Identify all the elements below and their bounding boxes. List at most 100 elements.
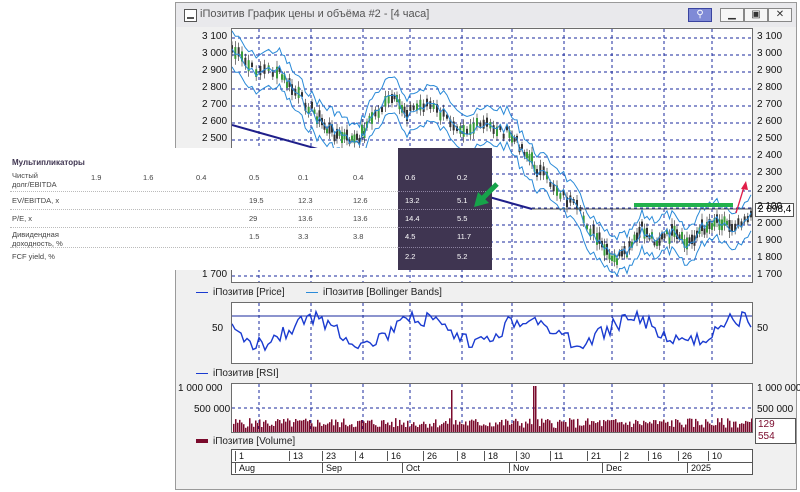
candle-body <box>419 99 422 111</box>
volume-bar <box>397 426 399 432</box>
candle-body <box>723 216 726 226</box>
time-axis-month: Oct <box>402 463 420 473</box>
time-axis-day: 2 <box>620 451 629 461</box>
table-cell: 3.3 <box>298 232 309 241</box>
table-cell: 0.5 <box>249 173 260 182</box>
volume-bar <box>659 421 661 432</box>
table-cell: 13.6 <box>353 214 368 223</box>
volume-bar <box>257 422 259 432</box>
volume-bar <box>305 418 307 432</box>
candle-body <box>539 164 542 176</box>
volume-bar <box>615 419 617 432</box>
link-button[interactable]: ⚲ <box>688 8 712 22</box>
restore-icon: ▣ <box>751 9 761 20</box>
volume-bar <box>445 420 447 432</box>
volume-bar <box>381 420 383 432</box>
volume-bar <box>581 425 583 432</box>
table-cell: 12.6 <box>353 196 368 205</box>
candle-body <box>641 221 643 227</box>
volume-bar <box>331 419 333 432</box>
volume-bar <box>369 420 371 432</box>
candle-body <box>681 231 683 240</box>
volume-bar <box>455 420 457 432</box>
volume-bar <box>473 420 475 432</box>
volume-bar <box>343 418 345 432</box>
volume-bar <box>737 427 739 432</box>
volume-bar <box>661 421 663 432</box>
candle-body <box>343 132 346 140</box>
volume-bar <box>645 422 647 432</box>
volume-bar <box>461 423 463 432</box>
table-row-label: Чистый долг/EBITDA <box>12 171 57 189</box>
volume-bar <box>687 418 689 432</box>
time-axis-day: 8 <box>457 451 466 461</box>
volume-bar <box>371 419 373 432</box>
candle-body <box>737 218 740 226</box>
volume-bar <box>529 418 531 432</box>
table-cell: 0.1 <box>298 173 309 182</box>
rsi-tick-right: 50 <box>757 323 769 334</box>
volume-panel[interactable] <box>231 383 753 433</box>
time-axis-month: Sep <box>322 463 342 473</box>
minimize-button[interactable]: ▁ <box>720 8 744 22</box>
volume-bar <box>527 423 529 432</box>
volume-bar <box>427 427 429 432</box>
volume-tick-right-2: 500 000 <box>757 404 794 415</box>
volume-bar <box>525 421 527 432</box>
table-separator <box>10 227 398 228</box>
price-tick-right: 1 800 <box>757 252 783 263</box>
volume-bar <box>287 418 289 432</box>
volume-bar <box>345 424 347 432</box>
volume-bar <box>233 423 235 432</box>
table-cell: 0.4 <box>196 173 207 182</box>
table-cell: 13.6 <box>298 214 313 223</box>
volume-bar <box>695 418 697 432</box>
volume-bar <box>309 419 311 432</box>
rsi-line <box>232 309 752 352</box>
restore-button[interactable]: ▣ <box>744 8 768 22</box>
candle-body <box>356 133 358 140</box>
time-axis-day: 26 <box>423 451 437 461</box>
table-cell: 11.7 <box>457 232 472 241</box>
candle-body <box>351 135 353 141</box>
volume-bar <box>691 418 693 432</box>
volume-bar <box>743 423 745 432</box>
volume-bar <box>649 421 651 432</box>
volume-bar <box>495 422 497 432</box>
volume-bar <box>447 423 449 432</box>
rsi-panel[interactable] <box>231 302 753 364</box>
volume-bar <box>489 422 491 432</box>
volume-bar <box>557 421 559 432</box>
price-tick-right: 2 300 <box>757 167 783 178</box>
volume-bar <box>717 418 719 432</box>
volume-bar <box>499 422 501 432</box>
volume-bar <box>319 422 321 432</box>
close-button[interactable]: ✕ <box>768 8 792 22</box>
volume-bar <box>597 422 599 432</box>
volume-bar <box>705 419 707 432</box>
volume-bar <box>677 419 679 432</box>
volume-bar <box>329 422 331 432</box>
volume-bar <box>595 423 597 432</box>
time-axis-day: 16 <box>648 451 662 461</box>
volume-bar <box>599 420 601 432</box>
candle-body <box>559 193 562 199</box>
time-axis-day: 18 <box>484 451 498 461</box>
volume-bar <box>635 419 637 432</box>
volume-bar <box>699 425 701 432</box>
volume-bar <box>569 418 571 432</box>
candle-body <box>596 233 598 245</box>
table-title: Мультипликаторы <box>12 158 85 167</box>
volume-bar <box>351 424 353 432</box>
volume-bar <box>547 419 549 432</box>
price-tick-left: 3 100 <box>202 31 228 42</box>
volume-bar <box>355 426 357 432</box>
volume-bar <box>383 420 385 432</box>
candle-body <box>412 105 415 110</box>
volume-bar <box>545 419 547 432</box>
table-cell: 2.2 <box>405 252 416 261</box>
table-cell: 0.4 <box>353 173 364 182</box>
volume-bar <box>423 421 425 432</box>
volume-bar <box>463 424 465 432</box>
candle-body <box>482 119 485 129</box>
